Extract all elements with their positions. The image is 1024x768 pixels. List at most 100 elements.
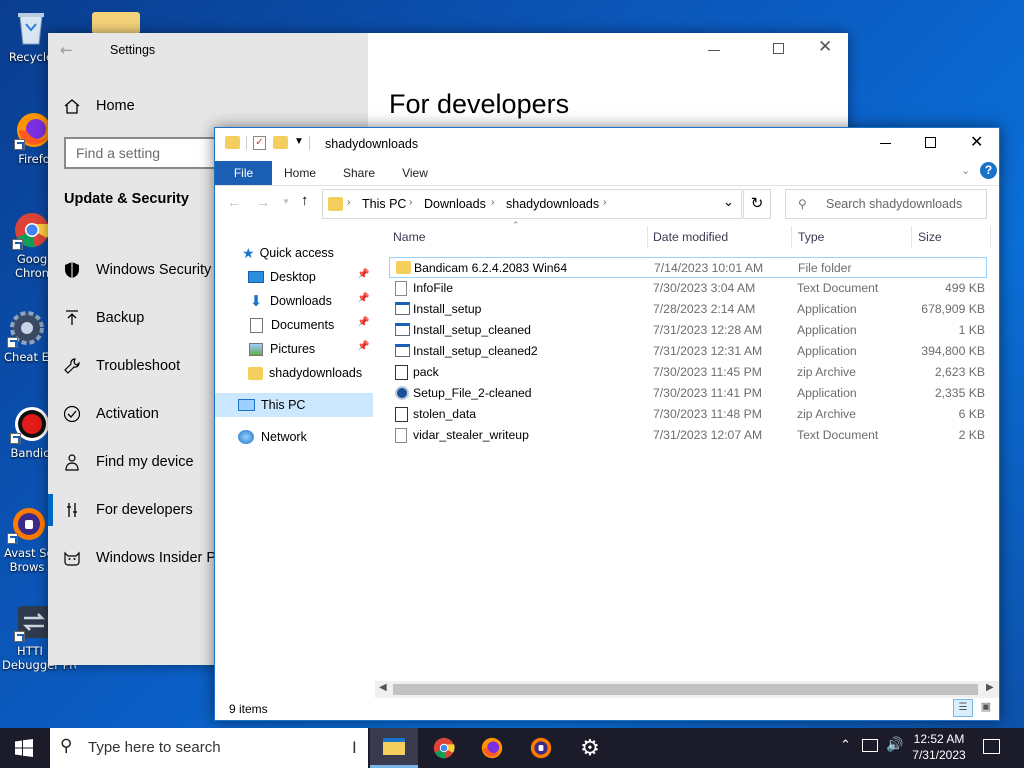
app-icon-partial[interactable]: [92, 12, 140, 34]
ribbon-tab-file[interactable]: File: [215, 161, 272, 185]
nav-this-pc[interactable]: This PC: [215, 393, 373, 417]
clock[interactable]: 12:52 AM 7/31/2023: [906, 731, 972, 763]
file-row[interactable]: Setup_File_2-cleaned 7/30/2023 11:41 PM Ap…: [389, 383, 987, 404]
desktop-icon-cheat-engine[interactable]: Cheat En: [4, 308, 50, 364]
customize-toolbar-chevron-icon[interactable]: ▼: [294, 136, 304, 147]
taskbar-firefox[interactable]: [468, 728, 516, 768]
nav-shadydownloads[interactable]: shadydownloads: [215, 361, 373, 385]
folder-icon[interactable]: [225, 136, 240, 149]
details-view-button[interactable]: ☰: [953, 699, 973, 717]
desktop-icon-avast-browser[interactable]: Avast Se Brows: [4, 504, 50, 574]
settings-title: Settings: [110, 43, 156, 57]
back-button[interactable]: ←: [60, 41, 84, 59]
explorer-minimize-button[interactable]: [880, 143, 891, 144]
settings-item-label: Windows Security: [96, 262, 212, 278]
file-name: Bandicam 6.2.4.2083 Win64: [414, 261, 568, 275]
nav-downloads[interactable]: ⬇ Downloads 📌: [215, 289, 373, 313]
start-button[interactable]: [0, 728, 48, 768]
settings-section-title: Update & Security: [64, 191, 189, 207]
taskbar-file-explorer[interactable]: [370, 728, 418, 768]
folder-icon: [328, 197, 343, 211]
file-type: zip Archive: [797, 365, 856, 379]
settings-home[interactable]: Home: [48, 84, 368, 128]
explorer-maximize-button[interactable]: [925, 137, 936, 148]
taskbar-settings[interactable]: ⚙: [566, 728, 614, 768]
breadcrumb-shadydownloads[interactable]: shadydownloads: [506, 197, 599, 211]
zip-archive-icon: [395, 407, 408, 422]
file-row[interactable]: Install_setup 7/28/2023 2:14 AM Applicatio…: [389, 299, 987, 320]
file-name: Setup_File_2-cleaned: [413, 386, 532, 400]
network-tray-icon[interactable]: [862, 739, 878, 752]
clock-date: 7/31/2023: [912, 748, 966, 762]
file-row[interactable]: pack 7/30/2023 11:45 PM zip Archive 2,623 K…: [389, 362, 987, 383]
breadcrumb-this-pc[interactable]: This PC: [362, 197, 406, 211]
explorer-close-button[interactable]: ✕: [970, 132, 983, 152]
file-date-modified: 7/14/2023 10:01 AM: [654, 261, 764, 275]
file-row[interactable]: stolen_data 7/30/2023 11:48 PM zip Archive…: [389, 404, 987, 425]
clock-time: 12:52 AM: [913, 732, 965, 746]
file-name: pack: [413, 365, 439, 379]
file-row[interactable]: Install_setup_cleaned 7/31/2023 12:28 AM A…: [389, 320, 987, 341]
file-name: vidar_stealer_writeup: [413, 428, 529, 442]
nav-pictures[interactable]: Pictures 📌: [215, 337, 373, 361]
settings-home-label: Home: [96, 98, 135, 114]
refresh-button[interactable]: ↻: [743, 189, 771, 219]
file-date-modified: 7/30/2023 3:04 AM: [653, 281, 756, 295]
nav-network[interactable]: Network: [215, 425, 373, 449]
taskbar-avast-browser[interactable]: [517, 728, 565, 768]
nav-documents[interactable]: Documents 📌: [215, 313, 373, 337]
zip-archive-icon: [395, 365, 408, 380]
help-icon[interactable]: ?: [980, 162, 997, 179]
column-header-name[interactable]: Name: [393, 230, 426, 244]
application-icon: [395, 323, 410, 336]
show-hidden-icons-chevron-icon[interactable]: ⌃: [840, 738, 851, 753]
address-bar[interactable]: › This PC › Downloads › shadydownloads ›…: [322, 189, 742, 219]
star-icon: ★: [242, 244, 255, 261]
navigation-pane: ★ Quick access Desktop 📌 ⬇ Downloads 📌 D…: [215, 238, 375, 688]
ribbon-tab-share[interactable]: Share: [333, 161, 385, 185]
breadcrumb-downloads[interactable]: Downloads: [424, 197, 486, 211]
file-row[interactable]: InfoFile 7/30/2023 3:04 AM Text Document 49…: [389, 278, 987, 299]
status-item-count: 9 items: [229, 702, 268, 716]
file-row[interactable]: Install_setup_cleaned2 7/31/2023 12:31 AM…: [389, 341, 987, 362]
column-header-size[interactable]: Size: [918, 230, 942, 244]
ribbon-tab-home[interactable]: Home: [275, 161, 325, 185]
volume-tray-icon[interactable]: 🔊: [886, 737, 903, 753]
new-folder-icon[interactable]: [273, 136, 288, 149]
column-header-date[interactable]: Date modified: [653, 230, 728, 244]
search-box[interactable]: ⚲ Search shadydownloads: [785, 189, 987, 219]
scroll-left-icon[interactable]: ◀: [379, 682, 387, 693]
minimize-button[interactable]: [708, 41, 720, 51]
forward-nav-button[interactable]: →: [256, 194, 270, 210]
back-nav-button[interactable]: ←: [227, 194, 241, 210]
scroll-right-icon[interactable]: ▶: [986, 682, 994, 693]
taskbar-search-box[interactable]: ⚲ Type here to search I: [50, 728, 368, 768]
desktop-icon-chrome[interactable]: Goog Chron: [12, 210, 52, 280]
close-button[interactable]: ✕: [818, 37, 832, 57]
scrollbar-thumb[interactable]: [393, 684, 978, 695]
nav-quick-access[interactable]: ★ Quick access: [215, 241, 373, 265]
recent-locations-chevron-icon[interactable]: ▼: [282, 197, 290, 206]
shortcut-arrow-icon: [7, 337, 18, 348]
folder-icon: [248, 366, 263, 380]
large-icons-view-button[interactable]: ▣: [977, 699, 995, 717]
desktop-icon-bandicam[interactable]: Bandic: [10, 404, 50, 460]
notification-center-icon[interactable]: [983, 739, 1000, 754]
shortcut-arrow-icon: [14, 631, 25, 642]
firefox-icon: [481, 737, 503, 759]
maximize-button[interactable]: [773, 43, 784, 54]
horizontal-scrollbar[interactable]: ◀ ▶: [375, 681, 999, 698]
up-nav-button[interactable]: ↑: [301, 192, 309, 209]
properties-check-icon[interactable]: ✓: [253, 136, 266, 150]
file-row[interactable]: vidar_stealer_writeup 7/31/2023 12:07 AM T…: [389, 425, 987, 446]
insider-cat-icon: [48, 549, 96, 567]
ribbon-tab-view[interactable]: View: [390, 161, 440, 185]
taskbar-chrome[interactable]: [420, 728, 468, 768]
file-size: 499 KB: [945, 281, 985, 295]
column-header-type[interactable]: Type: [798, 230, 824, 244]
nav-desktop[interactable]: Desktop 📌: [215, 265, 373, 289]
desktop-icon-label: Cheat En: [4, 350, 50, 364]
expand-ribbon-chevron-icon[interactable]: ⌄: [961, 164, 970, 177]
file-row[interactable]: Bandicam 6.2.4.2083 Win64 7/14/2023 10:01…: [389, 257, 987, 278]
address-dropdown-chevron-icon[interactable]: ⌄: [723, 194, 734, 210]
